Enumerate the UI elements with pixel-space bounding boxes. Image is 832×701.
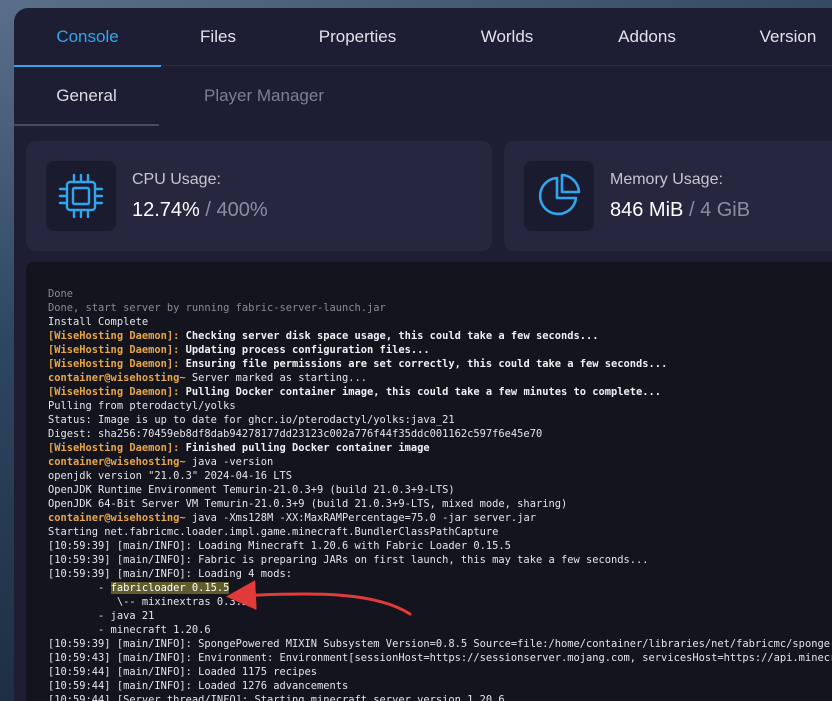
daemon-message: Updating process configuration files... (179, 344, 430, 356)
line-text: [10:59:39] [main/INFO]: Loading 4 mods: (48, 568, 292, 580)
console-log: Done Done, start server by running fabric… (48, 287, 832, 701)
line-prefix: - (48, 582, 111, 594)
cpu-chip-icon (58, 173, 104, 219)
cpu-separator: / (205, 199, 211, 221)
console-line: [WiseHosting Daemon]: Updating process c… (48, 343, 832, 357)
console-line: [WiseHosting Daemon]: Finished pulling D… (48, 441, 832, 455)
line-text: java -Xms128M -XX:MaxRAMPercentage=75.0 … (185, 512, 536, 524)
line-text: [10:59:39] [main/INFO]: Loading Minecraf… (48, 540, 511, 552)
main-tabs: Console Files Properties Worlds Addons V… (14, 8, 832, 67)
subtab-player-manager[interactable]: Player Manager (172, 66, 356, 126)
console-line: - minecraft 1.20.6 (48, 623, 832, 637)
line-text: Server marked as starting... (185, 372, 368, 384)
tab-console[interactable]: Console (14, 8, 161, 67)
console-line: [10:59:39] [main/INFO]: SpongePowered MI… (48, 637, 832, 651)
tab-properties[interactable]: Properties (275, 8, 440, 66)
console-line: Install Complete (48, 315, 832, 329)
daemon-message: Finished pulling Docker container image (179, 442, 430, 454)
line-text: \-- mixinextras 0.3.2 (48, 596, 249, 608)
memory-limit: 4 GiB (700, 199, 751, 221)
tab-addons[interactable]: Addons (574, 8, 720, 66)
line-text: - java 21 (48, 610, 155, 622)
line-text: [10:59:39] [main/INFO]: SpongePowered MI… (48, 638, 832, 650)
console-line: OpenJDK 64-Bit Server VM Temurin-21.0.3+… (48, 497, 832, 511)
cpu-current: 12.74% (132, 199, 200, 221)
daemon-prefix: [WiseHosting Daemon]: (48, 344, 180, 356)
console-line: openjdk version "21.0.3" 2024-04-16 LTS (48, 469, 832, 483)
tab-worlds[interactable]: Worlds (440, 8, 574, 66)
console-line: Starting net.fabricmc.loader.impl.game.m… (48, 525, 832, 539)
memory-current: 846 MiB (610, 199, 684, 221)
daemon-prefix: [WiseHosting Daemon]: (48, 330, 180, 342)
line-text: [10:59:39] [main/INFO]: Fabric is prepar… (48, 554, 649, 566)
console-output[interactable]: Done Done, start server by running fabric… (26, 262, 832, 701)
console-line: [10:59:44] [main/INFO]: Loaded 1175 reci… (48, 665, 832, 679)
line-text: Digest: sha256:70459eb8df8dab94278177dd2… (48, 428, 543, 440)
cpu-usage-value: 12.74% / 400% (132, 199, 268, 222)
console-line: \-- mixinextras 0.3.2 (48, 595, 832, 609)
console-line: Status: Image is up to date for ghcr.io/… (48, 413, 832, 427)
memory-usage-card: Memory Usage: 846 MiB / 4 GiB (504, 141, 832, 251)
console-line: OpenJDK Runtime Environment Temurin-21.0… (48, 483, 832, 497)
cpu-icon-box (46, 161, 116, 231)
line-text: [10:59:44] [Server thread/INFO]: Startin… (48, 694, 505, 701)
console-line: container@wisehosting~ Server marked as … (48, 371, 832, 385)
daemon-prefix: [WiseHosting Daemon]: (48, 386, 180, 398)
cpu-usage-card: CPU Usage: 12.74% / 400% (26, 141, 492, 251)
sub-tabs: General Player Manager (14, 66, 832, 126)
console-line: Digest: sha256:70459eb8df8dab94278177dd2… (48, 427, 832, 441)
line-text: Done (48, 288, 74, 300)
console-line: [10:59:39] [main/INFO]: Loading Minecraf… (48, 539, 832, 553)
line-text: Done, start server by running fabric-ser… (48, 302, 386, 314)
console-line: Done (48, 287, 832, 301)
console-line: [WiseHosting Daemon]: Pulling Docker con… (48, 385, 832, 399)
subtab-general[interactable]: General (14, 66, 159, 126)
console-line: - fabricloader 0.15.5 (48, 581, 832, 595)
pie-chart-icon (538, 173, 581, 216)
highlighted-mod: fabricloader 0.15.5 (110, 582, 230, 594)
line-text: - minecraft 1.20.6 (48, 624, 211, 636)
shell-prompt: container@wisehosting~ (48, 372, 186, 384)
line-text: Install Complete (48, 316, 149, 328)
line-text: [10:59:44] [main/INFO]: Loaded 1276 adva… (48, 680, 349, 692)
tab-files[interactable]: Files (161, 8, 275, 66)
tab-version[interactable]: Version (720, 8, 832, 66)
console-line: [10:59:44] [main/INFO]: Loaded 1276 adva… (48, 679, 832, 693)
daemon-message: Pulling Docker container image, this cou… (179, 386, 662, 398)
console-line: [10:59:44] [Server thread/INFO]: Startin… (48, 693, 832, 701)
line-text: OpenJDK Runtime Environment Temurin-21.0… (48, 484, 455, 496)
line-text: [10:59:44] [main/INFO]: Loaded 1175 reci… (48, 666, 317, 678)
console-line: [10:59:39] [main/INFO]: Fabric is prepar… (48, 553, 832, 567)
line-text: OpenJDK 64-Bit Server VM Temurin-21.0.3+… (48, 498, 568, 510)
console-line: [WiseHosting Daemon]: Ensuring file perm… (48, 357, 832, 371)
console-line: - java 21 (48, 609, 832, 623)
memory-icon-box (524, 161, 594, 231)
daemon-message: Ensuring file permissions are set correc… (179, 358, 668, 370)
console-line: [WiseHosting Daemon]: Checking server di… (48, 329, 832, 343)
line-text: openjdk version "21.0.3" 2024-04-16 LTS (48, 470, 292, 482)
cpu-usage-label: CPU Usage: (132, 171, 221, 188)
daemon-message: Checking server disk space usage, this c… (179, 330, 599, 342)
console-line: [10:59:43] [main/INFO]: Environment: Env… (48, 651, 832, 665)
line-text: Status: Image is up to date for ghcr.io/… (48, 414, 455, 426)
console-line: Pulling from pterodactyl/yolks (48, 399, 832, 413)
console-line: container@wisehosting~ java -version (48, 455, 832, 469)
console-line: [10:59:39] [main/INFO]: Loading 4 mods: (48, 567, 832, 581)
line-text: [10:59:43] [main/INFO]: Environment: Env… (48, 652, 832, 664)
cpu-limit: 400% (216, 199, 268, 221)
daemon-prefix: [WiseHosting Daemon]: (48, 442, 180, 454)
memory-usage-label: Memory Usage: (610, 171, 723, 188)
server-panel: Console Files Properties Worlds Addons V… (14, 8, 832, 701)
console-line: container@wisehosting~ java -Xms128M -XX… (48, 511, 832, 525)
memory-usage-value: 846 MiB / 4 GiB (610, 199, 750, 222)
shell-prompt: container@wisehosting~ (48, 512, 186, 524)
console-line: Done, start server by running fabric-ser… (48, 301, 832, 315)
shell-prompt: container@wisehosting~ (48, 456, 186, 468)
line-text: Pulling from pterodactyl/yolks (48, 400, 236, 412)
line-text: Starting net.fabricmc.loader.impl.game.m… (48, 526, 499, 538)
daemon-prefix: [WiseHosting Daemon]: (48, 358, 180, 370)
memory-separator: / (688, 199, 695, 221)
line-text: java -version (185, 456, 274, 468)
